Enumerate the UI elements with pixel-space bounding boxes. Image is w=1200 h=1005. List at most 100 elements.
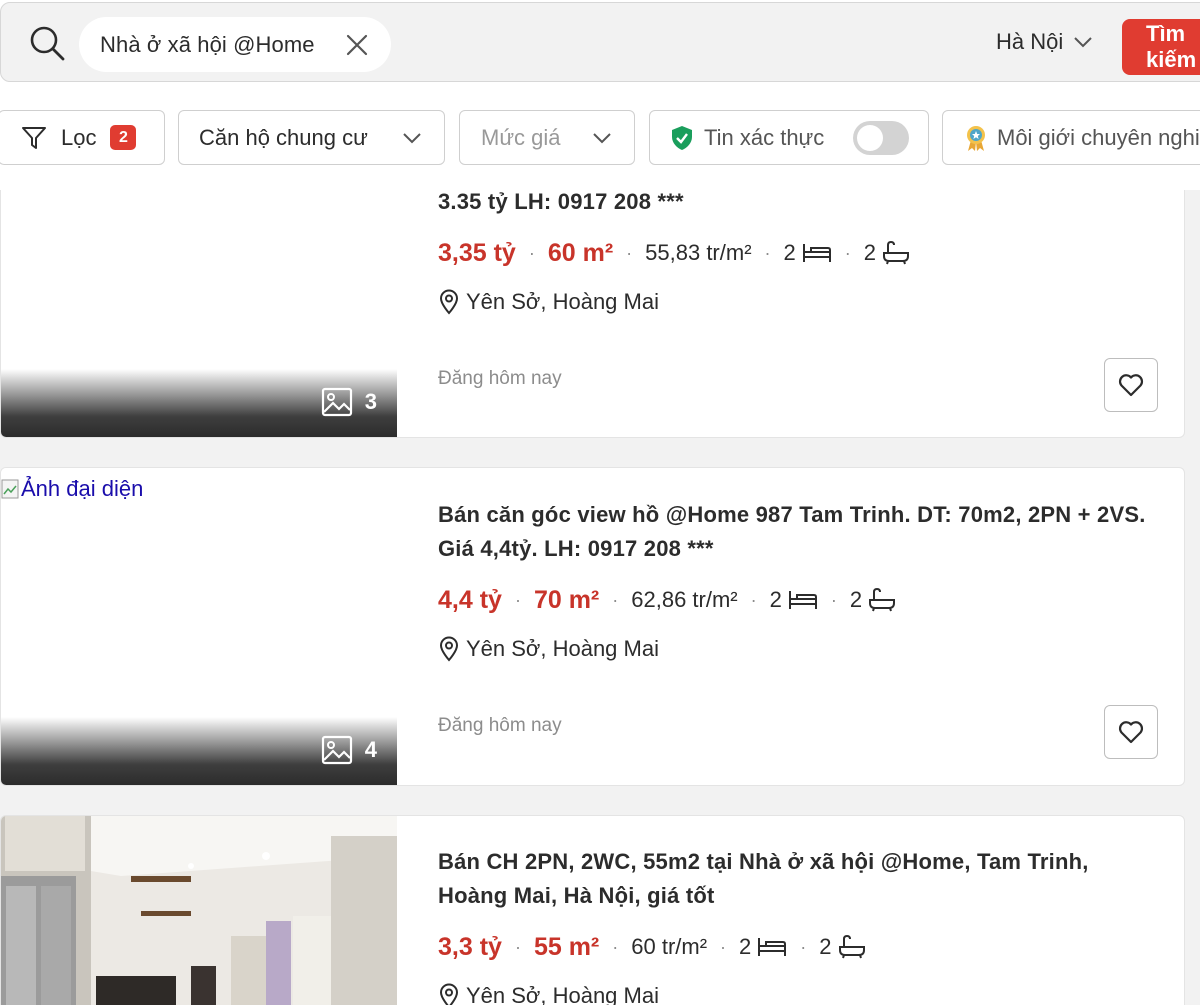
bedroom-count-value: 2 (769, 587, 782, 612)
property-type-label: Căn hộ chung cư (199, 124, 368, 150)
city-select[interactable]: Hà Nội (996, 29, 1093, 55)
location-pin-icon (439, 289, 459, 315)
listing-area: 55 m² (533, 932, 600, 961)
listing-location-text: Yên Sở, Hoàng Mai (466, 289, 659, 314)
listing-card[interactable]: Bán CH 2PN, 2WC, 55m2 tại Nhà ở xã hội @… (0, 815, 1185, 1005)
listing-info: Bán CH 2PN, 2WC, 55m2 tại Nhà ở xã hội @… (438, 845, 1154, 1005)
search-query-text: Nhà ở xã hội @Home (100, 31, 315, 57)
listing-posted: Đăng hôm nay (438, 368, 562, 389)
price-label: Mức giá (481, 124, 561, 150)
listing-meta: 3,35 tỷ · 60 m² · 55,83 tr/m² · 2 · 2 (438, 236, 1154, 270)
separator-dot: · (764, 242, 771, 263)
image-icon (321, 387, 352, 417)
apartment-photo (1, 816, 397, 1005)
heart-icon (1118, 721, 1144, 744)
favorite-button[interactable] (1104, 705, 1158, 759)
listing-card[interactable]: Ảnh đại diện 4 Bán căn góc view hồ @Home… (0, 467, 1185, 786)
listing-title[interactable]: 3.35 tỷ LH: 0917 208 *** (438, 185, 1154, 219)
image-icon (321, 735, 352, 765)
listing-price: 3,3 tỷ (438, 932, 502, 961)
bed-icon (758, 938, 787, 956)
listing-meta: 4,4 tỷ · 70 m² · 62,86 tr/m² · 2 · 2 (438, 583, 1154, 617)
listing-location: Yên Sở, Hoàng Mai (438, 983, 1154, 1005)
listing-thumbnail[interactable]: Ảnh đại diện 4 (1, 468, 397, 785)
separator-dot: · (750, 589, 757, 610)
broker-filter[interactable]: Môi giới chuyên nghiệp (942, 110, 1200, 165)
separator-dot: · (612, 589, 619, 610)
photo-count: 3 (321, 387, 377, 417)
listing-thumbnail[interactable] (1, 816, 397, 1005)
price-dropdown[interactable]: Mức giá (459, 110, 635, 165)
bed-icon (802, 244, 831, 262)
bedroom-count: 2 (784, 240, 832, 266)
listing-price-per-m2: 62,86 tr/m² (631, 587, 738, 612)
bedroom-count-value: 2 (739, 934, 752, 959)
separator-dot: · (612, 936, 619, 957)
filter-count-badge: 2 (110, 125, 137, 150)
verified-toggle[interactable] (853, 121, 909, 155)
listing-location-text: Yên Sở, Hoàng Mai (466, 636, 659, 661)
listing-info: 3.35 tỷ LH: 0917 208 *** 3,35 tỷ · 60 m²… (438, 185, 1154, 390)
listing-area: 70 m² (533, 585, 600, 614)
listing-location: Yên Sở, Hoàng Mai (438, 289, 1154, 315)
bathroom-count: 2 (850, 587, 896, 613)
listing-price-per-m2: 60 tr/m² (631, 934, 708, 959)
search-query-chip[interactable]: Nhà ở xã hội @Home (79, 17, 391, 72)
listing-title[interactable]: Bán CH 2PN, 2WC, 55m2 tại Nhà ở xã hội @… (438, 845, 1154, 913)
listing-price: 3,35 tỷ (438, 238, 516, 267)
listing-posted: Đăng hôm nay (438, 715, 562, 736)
listing-area: 60 m² (547, 238, 614, 267)
filter-button[interactable]: Lọc 2 (0, 110, 165, 165)
separator-dot: · (514, 589, 521, 610)
separator-dot: · (844, 242, 851, 263)
photo-count: 4 (321, 735, 377, 765)
bathroom-count-value: 2 (863, 240, 877, 265)
bedroom-count: 2 (770, 587, 818, 613)
broker-label: Môi giới chuyên nghiệp (997, 124, 1200, 150)
listing-location: Yên Sở, Hoàng Mai (438, 636, 1154, 662)
property-type-dropdown[interactable]: Căn hộ chung cư (178, 110, 445, 165)
chevron-down-icon (1074, 37, 1092, 48)
bedroom-count-value: 2 (783, 240, 796, 265)
chevron-down-icon (593, 133, 611, 144)
photo-count-value: 3 (364, 389, 377, 414)
listing-location-text: Yên Sở, Hoàng Mai (466, 983, 659, 1005)
bed-icon (788, 591, 817, 609)
broken-image-icon (1, 479, 19, 499)
bathroom-count-value: 2 (819, 934, 832, 959)
search-button[interactable]: Tìm kiếm (1122, 19, 1200, 75)
photo-count-value: 4 (364, 737, 377, 762)
search-header: Nhà ở xã hội @Home Hà Nội Tìm kiếm Lọc 2… (0, 0, 1200, 190)
listing-info: Bán căn góc view hồ @Home 987 Tam Trinh.… (438, 498, 1154, 737)
verified-toggle-filter[interactable]: Tin xác thực (649, 110, 929, 165)
listing-price-per-m2: 55,83 tr/m² (645, 240, 752, 265)
verified-label: Tin xác thực (704, 124, 825, 150)
search-icon[interactable] (27, 23, 67, 63)
award-badge-icon (967, 125, 985, 151)
filter-label: Lọc (61, 124, 97, 150)
listing-meta: 3,3 tỷ · 55 m² · 60 tr/m² · 2 · 2 (438, 930, 1154, 964)
location-pin-icon (439, 636, 459, 662)
image-alt-text: Ảnh đại diện (21, 476, 144, 501)
separator-dot: · (626, 242, 633, 263)
bathroom-count-value: 2 (849, 587, 863, 612)
separator-dot: · (830, 589, 837, 610)
filter-row: Lọc 2 Căn hộ chung cư Mức giá Tin xác th… (0, 110, 1200, 166)
separator-dot: · (800, 936, 807, 957)
heart-icon (1118, 374, 1144, 397)
broken-image-alt: Ảnh đại diện (1, 476, 143, 502)
listing-title[interactable]: Bán căn góc view hồ @Home 987 Tam Trinh.… (438, 498, 1154, 566)
city-label: Hà Nội (996, 29, 1064, 54)
close-icon[interactable] (345, 33, 369, 57)
separator-dot: · (514, 936, 521, 957)
bathtub-icon (838, 934, 865, 959)
separator-dot: · (720, 936, 727, 957)
favorite-button[interactable] (1104, 358, 1158, 412)
separator-dot: · (528, 242, 535, 263)
bedroom-count: 2 (739, 934, 787, 960)
listing-price: 4,4 tỷ (438, 585, 502, 614)
shield-check-icon (672, 125, 692, 150)
bathtub-icon (883, 240, 910, 265)
location-pin-icon (439, 983, 459, 1005)
chevron-down-icon (403, 133, 421, 144)
